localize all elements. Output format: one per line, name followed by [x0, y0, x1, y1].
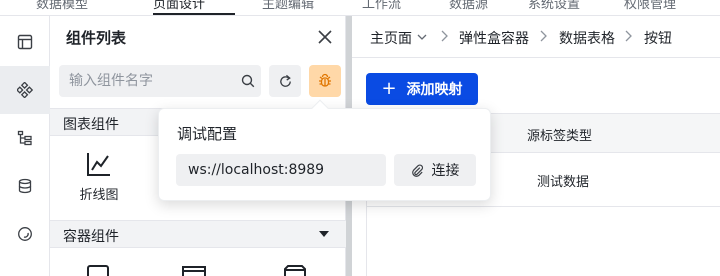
top-tab[interactable]: 权限管理 — [624, 0, 676, 12]
search-input[interactable] — [69, 65, 229, 97]
connect-label: 连接 — [431, 163, 460, 179]
close-icon[interactable] — [316, 28, 334, 46]
tree-structure-icon — [17, 130, 32, 146]
table-cell: 测试数据 — [537, 175, 590, 190]
chevron-right-icon — [441, 30, 448, 42]
breadcrumb-item[interactable]: 数据表格 — [559, 28, 615, 48]
component-line-chart[interactable]: 折线图 — [64, 146, 134, 203]
layout-icon — [17, 34, 33, 50]
top-tab[interactable]: 工作流 — [362, 0, 401, 12]
breadcrumb: 主页面 弹性盒容器 数据表格 按钮 — [352, 16, 720, 58]
top-tab[interactable]: 主题编辑 — [262, 0, 314, 12]
category-label: 容器组件 — [63, 229, 119, 245]
container-component-icon[interactable] — [282, 265, 308, 276]
rail-tree-button[interactable] — [0, 114, 50, 162]
container-component-icon[interactable] — [181, 265, 207, 276]
breadcrumb-item-current[interactable]: 按钮 — [644, 28, 672, 48]
category-label: 图表组件 — [63, 117, 119, 133]
chevron-right-icon — [625, 30, 632, 42]
top-tab-strip: 数据模型 页面设计 主题编辑 工作流 数据源 系统设置 权限管理 — [0, 0, 720, 16]
top-tab[interactable]: 数据源 — [449, 0, 488, 12]
top-tab[interactable]: 系统设置 — [528, 0, 580, 12]
top-tab-active[interactable]: 页面设计 — [153, 0, 205, 12]
database-icon — [18, 178, 32, 194]
paperclip-icon — [411, 164, 423, 177]
refresh-button[interactable] — [269, 65, 301, 97]
bug-icon — [319, 73, 331, 87]
rail-components-button[interactable] — [0, 66, 50, 114]
debug-button[interactable] — [309, 65, 341, 97]
popover-title: 调试配置 — [177, 125, 238, 143]
add-mapping-button[interactable]: + 添加映射 — [366, 73, 478, 105]
component-search — [59, 65, 261, 97]
category-container-components[interactable]: 容器组件 — [50, 220, 346, 248]
rail-theme-button[interactable] — [0, 210, 50, 258]
chevron-down-icon[interactable] — [417, 34, 427, 41]
active-tab-underline — [153, 13, 235, 15]
rail-database-button[interactable] — [0, 162, 50, 210]
line-chart-icon — [87, 153, 110, 176]
container-component-icon[interactable] — [86, 265, 110, 276]
app-root: 数据模型 页面设计 主题编辑 工作流 数据源 系统设置 权限管理 组件列表 输入… — [0, 0, 720, 276]
refresh-icon — [279, 74, 291, 87]
search-icon[interactable] — [241, 74, 255, 88]
panel-title: 组件列表 — [66, 29, 127, 47]
websocket-url-input[interactable] — [176, 154, 386, 186]
components-icon — [17, 82, 33, 98]
rail-layout-button[interactable] — [0, 18, 50, 66]
debug-config-popover: 调试配置 连接 — [158, 99, 491, 201]
connect-button[interactable]: 连接 — [394, 154, 476, 186]
theme-icon — [18, 227, 32, 241]
component-name: 折线图 — [79, 188, 119, 203]
add-mapping-label: 添加映射 — [406, 82, 463, 98]
breadcrumb-item[interactable]: 弹性盒容器 — [459, 28, 529, 48]
column-header: 源标签类型 — [527, 129, 593, 144]
plus-icon: + — [381, 77, 397, 99]
caret-down-icon — [319, 231, 329, 237]
chevron-right-icon — [540, 30, 547, 42]
left-icon-rail — [0, 16, 50, 276]
top-tab[interactable]: 数据模型 — [36, 0, 88, 12]
breadcrumb-item[interactable]: 主页面 — [370, 28, 412, 48]
